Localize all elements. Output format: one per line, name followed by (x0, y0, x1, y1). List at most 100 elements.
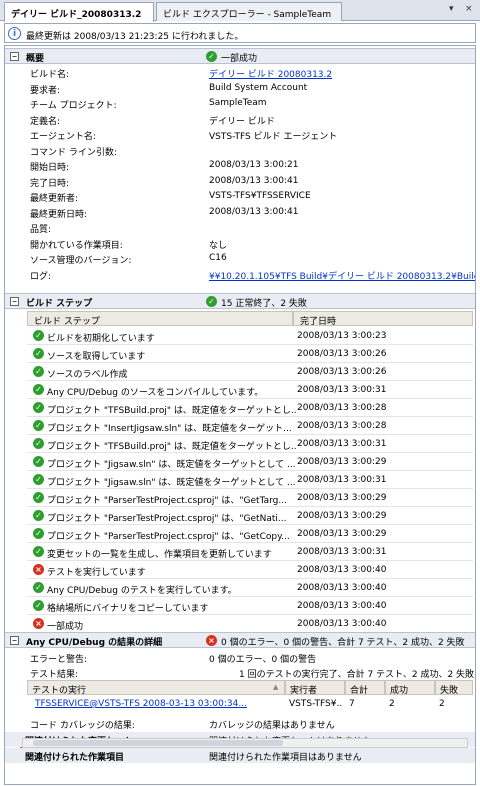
summary-field-row: 最終更新者: VSTS-TFS¥TFSSERVICE (5, 189, 475, 204)
coverage-row: コード カバレッジの結果: カバレッジの結果はありません (5, 716, 475, 731)
field-link[interactable]: ¥¥10.20.1.105¥TFS Build¥デイリー ビルド 2008031… (209, 269, 475, 282)
step-time: 2008/03/13 3:00:40 (297, 565, 387, 575)
step-time: 2008/03/13 3:00:29 (297, 493, 387, 503)
field-label: 開かれている作業項目: (30, 240, 123, 251)
step-time: 2008/03/13 3:00:31 (297, 385, 387, 395)
summary-field-row: 定義名: デイリー ビルド (5, 112, 475, 127)
collapse-icon[interactable]: − (10, 297, 19, 306)
close-icon[interactable]: × (465, 4, 473, 14)
field-value: VSTS-TFS¥TFSSERVICE (209, 191, 311, 201)
field-label: 完了日時: (30, 178, 70, 189)
build-step-row[interactable]: ✓ ソースを取得しています 2008/03/13 3:00:26 (27, 345, 473, 363)
grid-header[interactable]: 実行者 (285, 680, 345, 695)
field-label: エージェント名: (30, 132, 96, 142)
field-link[interactable]: デイリー ビルド 20080313.2 (209, 67, 332, 80)
build-step-row[interactable]: ✓ 変更セットの一覧を生成し、作業項目を更新しています 2008/03/13 3:0… (27, 543, 473, 561)
build-step-row[interactable]: ✓ ソースのラベル作成 2008/03/13 3:00:26 (27, 363, 473, 381)
field-value: VSTS-TFS ビルド エージェント (209, 132, 338, 142)
build-step-row[interactable]: ✓ プロジェクト "Jigsaw.sln" は、既定値をターゲットとして ... 2… (27, 453, 473, 471)
build-step-row[interactable]: ✓ Any CPU/Debug のソースをコンパイルしています。 2008/03/1… (27, 381, 473, 399)
build-step-row[interactable]: ✓ プロジェクト "ParserTestProject.csproj" は、"Ge… (27, 507, 473, 525)
column-header-time[interactable]: 完了日時 (293, 311, 473, 327)
field-label: ソース管理のバージョン: (30, 256, 132, 266)
build-step-row[interactable]: × テストを実行しています 2008/03/13 3:00:40 (27, 561, 473, 579)
summary-field-row: ソース管理のバージョン: C16 (5, 251, 475, 266)
field-label: 最終更新者: (30, 194, 79, 204)
error-icon: × (33, 564, 44, 575)
grid-header[interactable]: 失敗 (435, 680, 473, 695)
success-icon: ✓ (33, 438, 44, 449)
summary-section-header[interactable]: − 概要 ✓ 一部成功 (5, 48, 475, 64)
errors-value: 0 個のエラー、0 個の警告 (209, 655, 317, 665)
success-icon: ✓ (33, 492, 44, 503)
step-time: 2008/03/13 3:00:31 (297, 547, 387, 557)
summary-field-row: 完了日時: 2008/03/13 3:00:41 (5, 174, 475, 189)
summary-field-row: 開始日時: 2008/03/13 3:00:21 (5, 158, 475, 173)
build-step-row[interactable]: ✓ プロジェクト "InsertJigsaw.sln" は、既定値をターゲット..… (27, 417, 473, 435)
field-label: 定義名: (30, 116, 61, 127)
test-results-value: 1 回のテストの実行完了、合計 7 テスト、2 成功、2 失敗 (239, 670, 475, 680)
summary-field-row: 要求者: Build System Account (5, 81, 475, 96)
field-value: 2008/03/13 3:00:41 (209, 175, 299, 186)
error-icon: × (33, 618, 44, 629)
grid-header[interactable]: 合計 (345, 680, 385, 695)
column-header-step[interactable]: ビルド ステップ (27, 311, 293, 327)
step-time: 2008/03/13 3:00:31 (297, 475, 387, 485)
horizontal-scrollbar[interactable] (22, 738, 468, 748)
step-name: プロジェクト "TFSBuild.proj" は、既定値をターゲットとし... (47, 442, 297, 452)
scrollbar-thumb[interactable] (33, 740, 283, 746)
grid-header[interactable]: 成功 (385, 680, 435, 695)
field-label: 要求者: (30, 85, 61, 96)
summary-field-row: コマンド ライン引数: (5, 143, 475, 158)
window-dropdown-icon[interactable]: ▾ (449, 4, 454, 14)
tab-build-report[interactable]: デイリー ビルド_20080313.2 (4, 2, 154, 22)
step-time: 2008/03/13 3:00:29 (297, 511, 387, 521)
field-value: SampleTeam (209, 98, 267, 108)
build-steps-section-header[interactable]: − ビルド ステップ ✓ 15 正常終了、2 失敗 (5, 293, 475, 309)
build-step-row[interactable]: ✓ プロジェクト "ParserTestProject.csproj" は、"Ge… (27, 525, 473, 543)
summary-field-row: 開かれている作業項目: なし (5, 236, 475, 251)
build-step-row[interactable]: ✓ プロジェクト "ParserTestProject.csproj" は、"Ge… (27, 489, 473, 507)
build-step-row[interactable]: ✓ プロジェクト "TFSBuild.proj" は、既定値をターゲットとし...… (27, 435, 473, 453)
build-steps-title: ビルド ステップ (26, 299, 93, 309)
field-value: 2008/03/13 3:00:41 (209, 206, 299, 217)
build-step-row[interactable]: ✓ ビルドを初期化しています 2008/03/13 3:00:23 (27, 327, 473, 345)
build-step-row[interactable]: × 一部成功 2008/03/13 3:00:40 (27, 615, 473, 633)
tab-build-explorer[interactable]: ビルド エクスプローラー - SampleTeam (156, 2, 342, 21)
step-name: 変更セットの一覧を生成し、作業項目を更新しています (47, 550, 272, 560)
collapse-icon[interactable]: − (10, 636, 19, 645)
sort-ascending-icon[interactable]: ▲ (273, 683, 278, 691)
build-step-row[interactable]: ✓ Any CPU/Debug のテストを実行しています。 2008/03/13 3… (27, 579, 473, 597)
build-step-row[interactable]: ✓ プロジェクト "TFSBuild.proj" は、既定値をターゲットとし...… (27, 399, 473, 417)
build-step-row[interactable]: ✓ プロジェクト "Jigsaw.sln" は、既定値をターゲットとして ... 2… (27, 471, 473, 489)
step-name: プロジェクト "ParserTestProject.csproj" は、"Get… (47, 532, 290, 542)
collapse-icon[interactable]: − (10, 52, 19, 61)
summary-field-row: 最終更新日時: 2008/03/13 3:00:41 (5, 205, 475, 220)
errors-warnings-row: エラーと警告: 0 個のエラー、0 個の警告 (5, 650, 475, 665)
grid-cell: VSTS-TFS¥... (289, 699, 343, 709)
field-label: ビルド名: (30, 70, 70, 80)
success-icon: ✓ (33, 582, 44, 593)
success-icon: ✓ (206, 51, 217, 62)
results-section-header[interactable]: − Any CPU/Debug の結果の詳細 × 0 個のエラー、0 個の警告、… (5, 632, 475, 648)
step-name: プロジェクト "ParserTestProject.csproj" は、"Get… (47, 496, 287, 506)
field-label: チーム プロジェクト: (30, 101, 117, 111)
step-name: プロジェクト "ParserTestProject.csproj" は、"Get… (47, 514, 287, 524)
summary-field-row: エージェント名: VSTS-TFS ビルド エージェント (5, 127, 475, 142)
steps-status-icon: ✓ (206, 296, 217, 307)
step-name: 一部成功 (47, 622, 84, 632)
field-value: C16 (209, 253, 227, 263)
last-updated-text: 最終更新は 2008/03/13 21:23:25 に行われました。 (26, 32, 244, 42)
error-icon: × (206, 635, 217, 646)
step-time: 2008/03/13 3:00:29 (297, 529, 387, 539)
success-icon: ✓ (33, 528, 44, 539)
step-time: 2008/03/13 3:00:23 (297, 331, 387, 341)
test-run-link[interactable]: TFSSERVICE@VSTS-TFS 2008-03-13 03:00:34.… (35, 699, 281, 709)
grid-header[interactable]: テストの実行 (27, 680, 285, 695)
summary-status: 一部成功 (221, 54, 258, 64)
summary-field-row: 品質: (5, 220, 475, 235)
build-step-row[interactable]: ✓ 格納場所にバイナリをコピーしています 2008/03/13 3:00:40 (27, 597, 473, 615)
step-name: プロジェクト "Jigsaw.sln" は、既定値をターゲットとして ... (47, 478, 296, 488)
info-bar: i 最終更新は 2008/03/13 21:23:25 に行われました。 (4, 23, 476, 43)
step-name: テストを実行しています (47, 568, 146, 578)
